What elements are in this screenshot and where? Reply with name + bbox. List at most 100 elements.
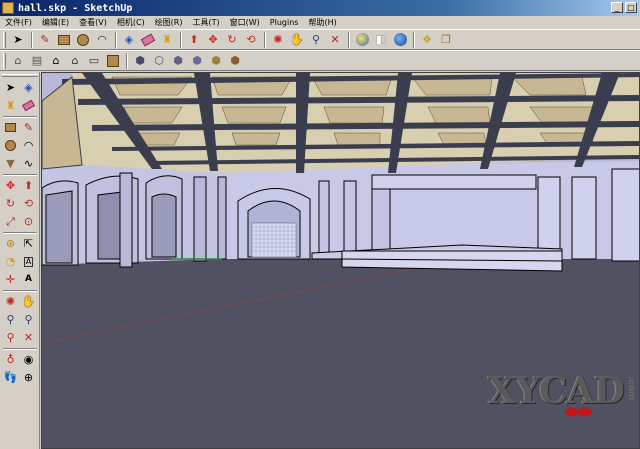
toolbar-separator <box>180 31 182 48</box>
zoom-tool-button[interactable]: ⚲ <box>307 31 325 49</box>
menu-camera[interactable]: 相机(C) <box>112 17 150 28</box>
materials-button[interactable]: ❐ <box>437 31 455 49</box>
walk-tool-button[interactable]: 👣 <box>2 369 19 386</box>
move-tool-button[interactable]: ✥ <box>2 177 19 194</box>
monochrome-button[interactable]: ⬢ <box>226 52 244 70</box>
iso-view-button[interactable]: ⌂ <box>9 52 27 70</box>
previous-view-icon: ⚲ <box>6 331 15 344</box>
eraser-tool-button[interactable] <box>139 31 157 49</box>
make-component-button[interactable]: ◈ <box>120 31 138 49</box>
circle-tool-button[interactable] <box>2 137 19 154</box>
axes-tool-button[interactable]: ✛ <box>2 271 19 288</box>
circle-tool-button[interactable] <box>74 31 92 49</box>
rotate-tool-button[interactable]: ↻ <box>2 195 19 212</box>
left-arches <box>42 175 183 266</box>
push-pull-icon: ⬆ <box>189 33 199 46</box>
previous-view-button[interactable]: ⚲ <box>2 329 19 346</box>
3d-viewport[interactable]: XYCAD .com <box>41 72 640 449</box>
eraser-tool-button[interactable] <box>20 97 37 114</box>
arc-tool-button[interactable]: ◠ <box>93 31 111 49</box>
shaded-texture-button[interactable]: ⬢ <box>207 52 225 70</box>
orbit-tool-button[interactable]: ✺ <box>269 31 287 49</box>
pan-tool-button[interactable]: ✋ <box>288 31 306 49</box>
zoom-extents-button[interactable]: ✕ <box>326 31 344 49</box>
xray-button[interactable]: ⬢ <box>131 52 149 70</box>
toolbar-separator <box>3 232 37 234</box>
components-button[interactable]: ❖ <box>418 31 436 49</box>
menu-plugins[interactable]: Plugins <box>265 18 304 27</box>
section-plane-button[interactable]: ⊕ <box>20 369 37 386</box>
tape-measure-button[interactable]: ⊛ <box>2 235 19 252</box>
center-arch <box>237 188 311 260</box>
menu-edit[interactable]: 编辑(E) <box>37 17 74 28</box>
get-models-button[interactable] <box>353 31 371 49</box>
minimize-button[interactable]: _ <box>611 2 623 13</box>
paint-bucket-button[interactable]: ♜ <box>158 31 176 49</box>
toolbar-separator <box>3 290 37 292</box>
top-view-button[interactable]: ▤ <box>28 52 46 70</box>
zoom-extents-button[interactable]: ✕ <box>20 329 37 346</box>
position-camera-button[interactable]: ♁ <box>2 351 19 368</box>
rotate-tool-button[interactable]: ↻ <box>223 31 241 49</box>
make-component-icon: ◈ <box>24 81 33 94</box>
main-toolbar: ➤ ✎ ◠ ◈ ♜ ⬆ ✥ ↻ ⟲ ✺ ✋ ⚲ ✕ ◧ ❖ ❐ <box>0 29 640 50</box>
toolbar-grip[interactable] <box>3 31 6 48</box>
toolbar-grip[interactable] <box>2 74 38 77</box>
make-component-button[interactable]: ◈ <box>20 79 37 96</box>
toolbar-separator <box>31 31 33 48</box>
orbit-tool-button[interactable]: ✺ <box>2 293 19 310</box>
protractor-tool-button[interactable]: ◔ <box>2 253 19 270</box>
dimension-tool-button[interactable]: ⇱ <box>20 235 37 252</box>
3d-text-tool-button[interactable]: A <box>20 271 37 288</box>
arc-tool-button[interactable]: ◠ <box>20 137 37 154</box>
maximize-button[interactable]: □ <box>625 2 637 13</box>
watermark: XYCAD .com <box>488 370 638 420</box>
pencil-tool-button[interactable]: ✎ <box>36 31 54 49</box>
left-view-button[interactable] <box>104 52 122 70</box>
follow-me-button[interactable]: ⟲ <box>242 31 260 49</box>
text-tool-button[interactable]: A <box>20 253 37 270</box>
freehand-tool-button[interactable]: ∿ <box>20 155 37 172</box>
scale-tool-button[interactable]: ⤢ <box>2 213 19 230</box>
select-tool-button[interactable]: ➤ <box>2 79 19 96</box>
pan-tool-button[interactable]: ✋ <box>20 293 37 310</box>
share-model-button[interactable]: ◧ <box>372 31 390 49</box>
wireframe-icon: ⬡ <box>154 54 164 67</box>
shaded-button[interactable]: ⬢ <box>188 52 206 70</box>
wireframe-button[interactable]: ⬡ <box>150 52 168 70</box>
look-around-button[interactable]: ◉ <box>20 351 37 368</box>
menu-window[interactable]: 窗口(W) <box>225 17 265 28</box>
menu-help[interactable]: 帮助(H) <box>303 17 341 28</box>
menu-draw[interactable]: 绘图(R) <box>150 17 188 28</box>
circle-icon <box>77 33 89 46</box>
menu-tools[interactable]: 工具(T) <box>188 17 225 28</box>
menu-file[interactable]: 文件(F) <box>0 17 37 28</box>
toolbar-grip[interactable] <box>3 52 6 69</box>
push-pull-button[interactable]: ⬆ <box>20 177 37 194</box>
front-view-button[interactable]: ⌂ <box>47 52 65 70</box>
select-icon: ➤ <box>5 81 16 94</box>
rectangle-tool-button[interactable] <box>2 119 19 136</box>
google-earth-button[interactable] <box>391 31 409 49</box>
follow-me-button[interactable]: ⟲ <box>20 195 37 212</box>
zoom-tool-button[interactable]: ⚲ <box>2 311 19 328</box>
polygon-tool-button[interactable]: ▼ <box>2 155 19 172</box>
push-pull-button[interactable]: ⬆ <box>185 31 203 49</box>
3d-text-icon: A <box>25 274 32 284</box>
menu-view[interactable]: 查看(V) <box>74 17 112 28</box>
text-icon: A <box>23 256 34 267</box>
right-view-button[interactable]: ⌂ <box>66 52 84 70</box>
dimension-icon: ⇱ <box>23 237 34 250</box>
offset-tool-button[interactable]: ⊙ <box>20 213 37 230</box>
rectangle-tool-button[interactable] <box>55 31 73 49</box>
select-tool-button[interactable]: ➤ <box>9 31 27 49</box>
zoom-window-button[interactable]: ⚲ <box>20 311 37 328</box>
menu-bar: 文件(F) 编辑(E) 查看(V) 相机(C) 绘图(R) 工具(T) 窗口(W… <box>0 16 640 29</box>
move-tool-button[interactable]: ✥ <box>204 31 222 49</box>
arc-icon: ◠ <box>23 139 34 152</box>
hidden-line-button[interactable]: ⬢ <box>169 52 187 70</box>
paint-bucket-icon: ♜ <box>162 33 172 46</box>
line-tool-button[interactable]: ✎ <box>20 119 37 136</box>
back-view-button[interactable]: ▭ <box>85 52 103 70</box>
paint-bucket-button[interactable]: ♜ <box>2 97 19 114</box>
